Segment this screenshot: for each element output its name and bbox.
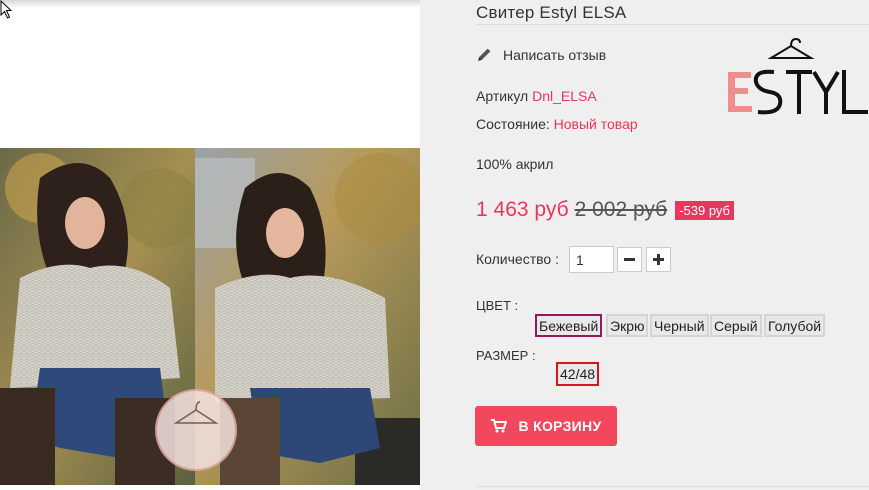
quantity-decrease-button[interactable]: [617, 247, 642, 272]
condition-value: Новый товар: [553, 116, 638, 132]
write-review-link[interactable]: Написать отзыв: [476, 46, 606, 63]
condition-label: Состояние:: [476, 116, 550, 132]
color-option-beige[interactable]: Бежевый: [535, 314, 603, 337]
bottom-divider: [476, 486, 869, 487]
price-row: 1 463 руб 2 002 руб -539 руб: [476, 198, 734, 222]
color-label: ЦВЕТ :: [476, 298, 519, 313]
color-option-blue[interactable]: Голубой: [764, 314, 826, 337]
title-divider: [476, 24, 869, 25]
old-price: 2 002 руб: [574, 198, 668, 221]
quantity-label: Количество :: [476, 251, 559, 267]
color-option-black[interactable]: Черный: [650, 314, 709, 337]
minus-icon: [624, 258, 635, 261]
cart-icon: [490, 419, 507, 433]
brand-logo-e-accent: [728, 72, 752, 112]
quantity-input[interactable]: [569, 246, 614, 273]
sku-label: Артикул: [476, 88, 529, 104]
sku-value: Dnl_ELSA: [532, 88, 597, 104]
sku-row: Артикул Dnl_ELSA: [476, 88, 597, 104]
size-label: РАЗМЕР :: [476, 348, 536, 363]
pencil-icon: [478, 48, 491, 61]
product-description: 100% акрил: [476, 156, 554, 172]
color-option-ecru[interactable]: Экрю: [606, 314, 649, 337]
plus-icon: [653, 254, 664, 265]
discount-badge: -539 руб: [675, 200, 734, 220]
write-review-label: Написать отзыв: [503, 46, 607, 63]
product-info-panel: Свитер Estyl ELSA Написать отзыв Артикул…: [420, 0, 869, 490]
product-photo[interactable]: [0, 148, 420, 485]
product-title: Свитер Estyl ELSA: [476, 3, 627, 22]
add-to-cart-label: В КОРЗИНУ: [518, 418, 602, 434]
color-option-grey[interactable]: Серый: [710, 314, 762, 337]
brand-logo: [728, 37, 868, 115]
quantity-increase-button[interactable]: [646, 247, 671, 272]
add-to-cart-button[interactable]: В КОРЗИНУ: [475, 406, 617, 446]
mouse-cursor-icon: [0, 0, 13, 19]
condition-row: Состояние: Новый товар: [476, 116, 638, 132]
current-price: 1 463 руб: [476, 198, 569, 221]
size-option-42-48[interactable]: 42/48: [556, 362, 600, 386]
